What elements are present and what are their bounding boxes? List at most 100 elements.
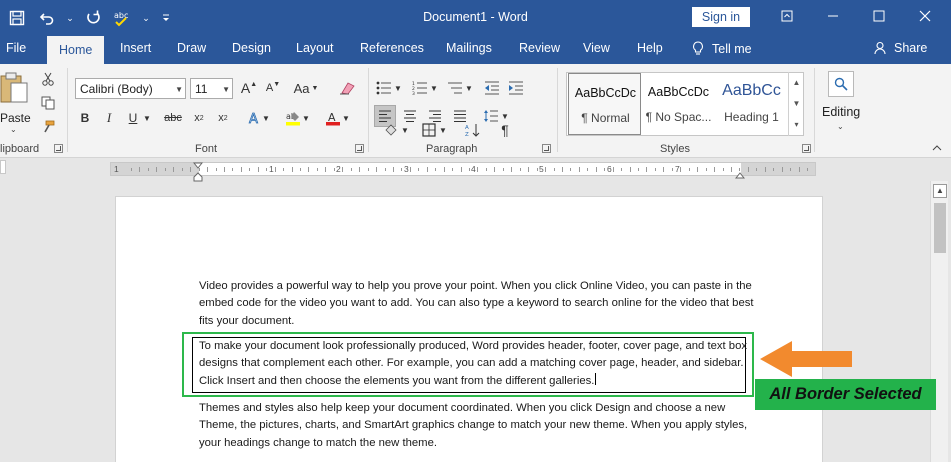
text-cursor [595,372,597,385]
editing-button[interactable]: Editing ⌄ [820,69,864,135]
tab-layout[interactable]: Layout [296,41,334,55]
subscript-icon[interactable]: x2 [188,107,210,129]
paragraph-2[interactable]: To make your document look professionall… [199,338,759,390]
font-size-value: 11 [195,82,208,96]
style-label: Heading 1 [724,110,779,124]
svg-text:Z: Z [465,132,469,137]
ruler-tick [629,167,631,172]
styles-dialog-launcher-icon[interactable] [802,144,811,153]
right-indent-marker[interactable] [734,169,746,183]
group-divider [67,68,68,152]
underline-dropdown-icon[interactable]: ▼ [140,107,154,129]
ruler-tick [722,168,724,171]
paste-dropdown-icon[interactable]: ⌄ [10,125,17,134]
numbering-dropdown-icon[interactable]: ▼ [428,77,440,99]
tab-selector[interactable] [0,160,6,174]
sort-icon[interactable]: AZ [462,119,484,141]
shading-dropdown-icon[interactable]: ▼ [399,119,411,141]
tab-review[interactable]: Review [519,41,560,55]
collapse-ribbon-icon[interactable] [932,144,942,154]
font-name-box[interactable]: Calibri (Body) ▼ [75,78,186,99]
ruler-tick [612,167,614,172]
paste-button[interactable]: Paste ⌄ [0,70,34,134]
search-icon [828,71,854,97]
ribbon-display-options-icon[interactable] [764,0,810,32]
multilevel-dropdown-icon[interactable]: ▼ [463,77,475,99]
maximize-icon[interactable] [856,0,902,32]
text-effects-dropdown-icon[interactable]: ▼ [260,107,272,129]
scrollbar-thumb[interactable] [934,203,946,253]
superscript-icon[interactable]: x2 [212,107,234,129]
decrease-indent-icon[interactable] [481,77,503,99]
font-dialog-launcher-icon[interactable] [355,144,364,153]
vertical-scrollbar[interactable]: ▲ [930,181,948,462]
gallery-down-icon[interactable]: ▼ [789,93,804,114]
format-painter-icon[interactable] [37,116,59,138]
tab-mailings[interactable]: Mailings [446,41,492,55]
ruler-number: 5 [539,164,544,174]
document-page[interactable]: Video provides a powerful way to help yo… [115,196,823,462]
sign-in-button[interactable]: Sign in [692,7,750,27]
gallery-up-icon[interactable]: ▲ [789,72,804,93]
ruler-tick [519,168,521,171]
gallery-more-icon[interactable]: ▾ [789,114,804,135]
style-no-spacing[interactable]: AaBbCcDc ¶ No Spac... [642,73,715,135]
ruler-left-margin [111,163,199,175]
strikethrough-icon[interactable]: abc [162,107,184,129]
ruler-tick [190,167,192,172]
tab-help[interactable]: Help [637,41,663,55]
italic-icon[interactable]: I [98,107,120,129]
minimize-icon[interactable] [810,0,856,32]
ruler-tick [485,168,487,171]
ruler-tick [316,168,318,171]
hanging-indent-marker[interactable] [193,171,203,185]
style-heading-1[interactable]: AaBbCc Heading 1 [715,73,788,135]
font-color-dropdown-icon[interactable]: ▼ [340,107,352,129]
grow-font-icon[interactable]: A ▲ [238,77,260,99]
ruler-tick [511,167,513,172]
tell-me-box[interactable]: Tell me [692,41,752,57]
clear-formatting-icon[interactable] [336,77,358,99]
ruler-tick [181,168,183,171]
increase-indent-icon[interactable] [505,77,527,99]
bullets-dropdown-icon[interactable]: ▼ [392,77,404,99]
font-size-dropdown-icon[interactable]: ▼ [222,85,230,94]
font-name-dropdown-icon[interactable]: ▼ [175,85,183,94]
group-divider [814,68,815,152]
tab-file[interactable]: File [6,41,26,55]
ruler-tick [139,167,141,172]
styles-gallery-scroll: ▲ ▼ ▾ [788,72,804,136]
ruler-number: 7 [675,164,680,174]
ruler-tick [291,167,293,172]
borders-dropdown-icon[interactable]: ▼ [437,119,449,141]
copy-icon[interactable] [37,92,59,114]
bold-icon[interactable]: B [74,107,96,129]
paragraph-dialog-launcher-icon[interactable] [542,144,551,153]
tab-references[interactable]: References [360,41,424,55]
show-formatting-marks-icon[interactable]: ¶ [494,119,516,141]
paragraph-1[interactable]: Video provides a powerful way to help yo… [199,278,759,330]
font-size-box[interactable]: 11 ▼ [190,78,233,99]
tab-draw[interactable]: Draw [177,41,206,55]
change-case-icon[interactable]: Aa ▼ [291,77,321,99]
horizontal-ruler[interactable]: 1 1 2 3 4 5 6 7 [110,162,816,176]
tab-design[interactable]: Design [232,41,271,55]
ruler-number: 1 [269,164,274,174]
close-icon[interactable] [902,0,948,32]
paragraph-3[interactable]: Themes and styles also help keep your do… [199,400,759,452]
scroll-up-icon[interactable]: ▲ [933,184,947,198]
highlight-dropdown-icon[interactable]: ▼ [300,107,312,129]
tab-home[interactable]: Home [47,36,105,64]
style-label: ¶ No Spac... [645,110,712,124]
ruler-tick [460,167,462,172]
cut-icon[interactable] [37,68,59,90]
ruler-tick [477,167,479,172]
ruler-tick [435,168,437,171]
tab-insert[interactable]: Insert [120,41,151,55]
clipboard-dialog-launcher-icon[interactable] [54,144,63,153]
shrink-font-icon[interactable]: A ▼ [262,77,284,99]
style-normal[interactable]: AaBbCcDc ¶ Normal [568,73,641,135]
tab-view[interactable]: View [583,41,610,55]
share-button[interactable]: Share [874,41,927,55]
ruler-tick [790,168,792,171]
